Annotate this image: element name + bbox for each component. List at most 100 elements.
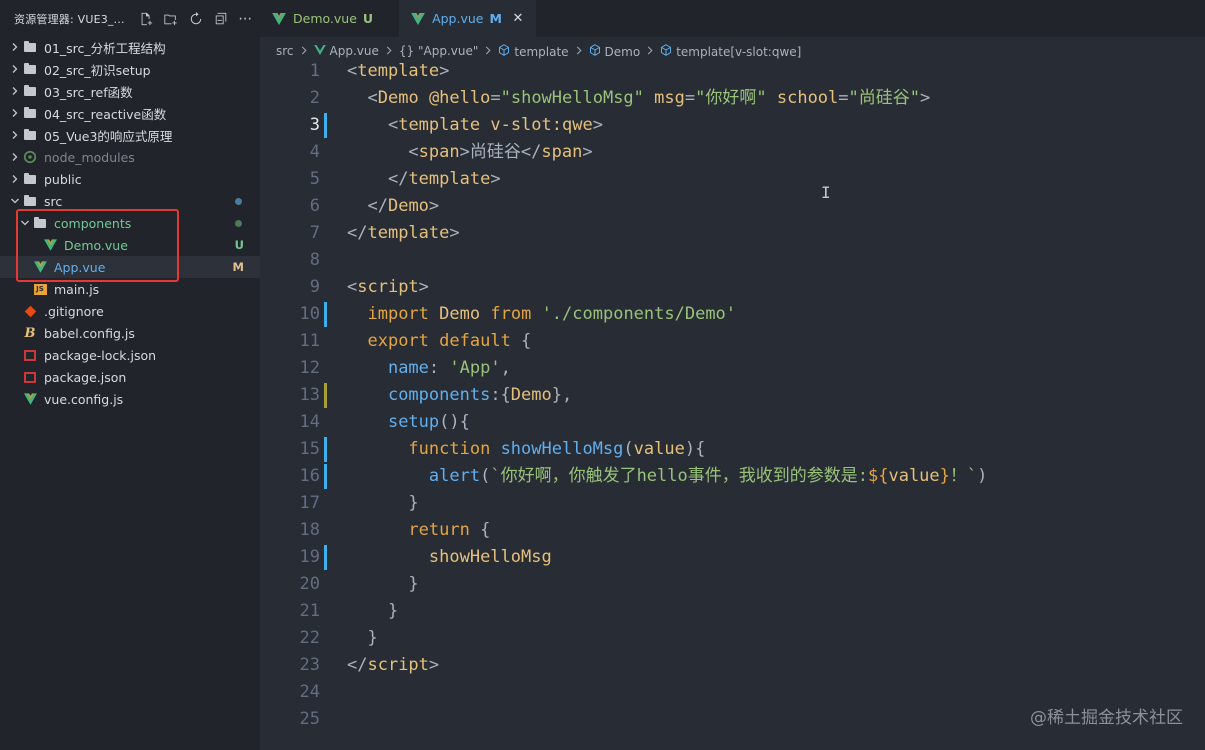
- code-token: {: [469, 520, 491, 540]
- code-content: </Demo>: [320, 193, 439, 220]
- line-number: 7: [309, 223, 320, 243]
- code-token: }: [347, 493, 419, 513]
- tree-item-label: 02_src_初识setup: [44, 62, 151, 78]
- tree-item[interactable]: App.vue M: [0, 256, 260, 278]
- tree-item[interactable]: 04_src_reactive函数: [0, 102, 260, 124]
- chevron-right-icon[interactable]: [8, 168, 22, 190]
- refresh-icon[interactable]: [185, 9, 207, 29]
- code-content: }: [320, 490, 419, 517]
- code-content: name: 'App',: [320, 355, 511, 382]
- babel-file-icon: B: [24, 325, 36, 341]
- chevron-down-icon[interactable]: [18, 212, 32, 234]
- code-line[interactable]: 10 import Demo from './components/Demo': [260, 301, 1205, 328]
- git-file-icon: [22, 303, 38, 319]
- breadcrumb-item[interactable]: template: [498, 43, 569, 59]
- code-line[interactable]: 23 </script>: [260, 652, 1205, 679]
- tree-item[interactable]: Bbabel.config.js: [0, 322, 260, 344]
- chevron-right-icon[interactable]: [8, 146, 22, 168]
- tree-item[interactable]: 01_src_分析工程结构: [0, 36, 260, 58]
- code-line[interactable]: 14 setup(){: [260, 409, 1205, 436]
- close-icon[interactable]: ✕: [510, 11, 526, 26]
- watermark: @稀土掘金技术社区: [1030, 708, 1183, 728]
- collapse-icon[interactable]: [210, 9, 232, 29]
- new-file-icon[interactable]: [135, 9, 157, 29]
- breadcrumb-item[interactable]: {} "App.vue": [399, 44, 478, 58]
- chevron-right-icon[interactable]: [8, 102, 22, 124]
- code-content: <template>: [320, 58, 449, 85]
- code-line[interactable]: 17 }: [260, 490, 1205, 517]
- code-token: msg: [654, 88, 685, 108]
- line-number: 4: [309, 142, 320, 162]
- code-line[interactable]: 15 function showHelloMsg(value){: [260, 436, 1205, 463]
- tree-item[interactable]: public: [0, 168, 260, 190]
- tree-item[interactable]: vue.config.js: [0, 388, 260, 410]
- editor-tabs: Demo.vue U App.vue M ✕: [260, 0, 1205, 37]
- breadcrumb-item[interactable]: Demo: [589, 43, 640, 59]
- code-line[interactable]: 4 <span>尚硅谷</span>: [260, 139, 1205, 166]
- tab-app-vue[interactable]: App.vue M ✕: [399, 0, 536, 37]
- chevron-right-icon: [646, 44, 654, 58]
- chevron-right-icon[interactable]: [8, 80, 22, 102]
- code-content: }: [320, 571, 418, 598]
- code-line[interactable]: 2 <Demo @hello="showHelloMsg" msg="你好啊" …: [260, 85, 1205, 112]
- code-token: "showHelloMsg": [500, 88, 644, 108]
- breadcrumb-item[interactable]: template[v-slot:qwe]: [660, 43, 801, 59]
- tree-item[interactable]: package.json: [0, 366, 260, 388]
- breadcrumb-item[interactable]: App.vue: [313, 44, 379, 58]
- tree-item[interactable]: Demo.vue U: [0, 234, 260, 256]
- code-line[interactable]: 13 components:{Demo},: [260, 382, 1205, 409]
- code-editor[interactable]: 1 <template> 2 <Demo @hello="showHelloMsg"…: [260, 58, 1205, 750]
- tree-item-label: package-lock.json: [44, 347, 157, 363]
- chevron-down-icon[interactable]: [8, 190, 22, 212]
- code-line[interactable]: 1 <template>: [260, 58, 1205, 85]
- more-icon[interactable]: ⋯: [235, 9, 257, 29]
- tree-item[interactable]: 05_Vue3的响应式原理: [0, 124, 260, 146]
- tree-item[interactable]: .gitignore: [0, 300, 260, 322]
- tab-demo-vue[interactable]: Demo.vue U: [260, 0, 384, 37]
- code-token: <: [387, 115, 399, 135]
- breadcrumb-label: src: [276, 44, 294, 58]
- code-token: </: [387, 169, 409, 189]
- code-line[interactable]: 22 }: [260, 625, 1205, 652]
- code-line[interactable]: 7 </template>: [260, 220, 1205, 247]
- code-line[interactable]: 21 }: [260, 598, 1205, 625]
- new-folder-icon[interactable]: [160, 9, 182, 29]
- code-line[interactable]: 9 <script>: [260, 274, 1205, 301]
- tree-item-label: components: [54, 215, 132, 231]
- git-status-badge: U: [234, 238, 244, 252]
- code-line[interactable]: 6 </Demo>: [260, 193, 1205, 220]
- code-line[interactable]: 18 return {: [260, 517, 1205, 544]
- code-line[interactable]: 11 export default {: [260, 328, 1205, 355]
- code-line[interactable]: 24: [260, 679, 1205, 706]
- tree-item[interactable]: components: [0, 212, 260, 234]
- code-token: Demo: [387, 196, 429, 216]
- chevron-right-icon[interactable]: [8, 36, 22, 58]
- code-line[interactable]: 12 name: 'App',: [260, 355, 1205, 382]
- tree-item[interactable]: package-lock.json: [0, 344, 260, 366]
- tree-item[interactable]: node_modules: [0, 146, 260, 168]
- line-number: 16: [260, 463, 327, 490]
- tree-item[interactable]: 02_src_初识setup: [0, 58, 260, 80]
- folder-icon: [22, 105, 38, 121]
- code-line[interactable]: 20 }: [260, 571, 1205, 598]
- code-line[interactable]: 19 showHelloMsg: [260, 544, 1205, 571]
- code-line[interactable]: 8: [260, 247, 1205, 274]
- folder-icon: [22, 39, 38, 55]
- tree-item[interactable]: src: [0, 190, 260, 212]
- line-number: 17: [299, 493, 320, 513]
- tree-item[interactable]: JS main.js: [0, 278, 260, 300]
- code-line[interactable]: 16 alert(`你好啊，你触发了hello事件，我收到的参数是:${valu…: [260, 463, 1205, 490]
- tree-item-label: 05_Vue3的响应式原理: [44, 128, 173, 144]
- tree-item[interactable]: 03_src_ref函数: [0, 80, 260, 102]
- chevron-right-icon[interactable]: [8, 124, 22, 146]
- code-line[interactable]: 5 </template>: [260, 166, 1205, 193]
- chevron-right-icon[interactable]: [8, 58, 22, 80]
- code-line[interactable]: 3 <template v-slot:qwe>: [260, 112, 1205, 139]
- code-token: template: [367, 223, 450, 243]
- breadcrumb-item[interactable]: src: [276, 44, 294, 58]
- code-token: =: [684, 88, 696, 108]
- code-content: <template v-slot:qwe>: [320, 112, 603, 139]
